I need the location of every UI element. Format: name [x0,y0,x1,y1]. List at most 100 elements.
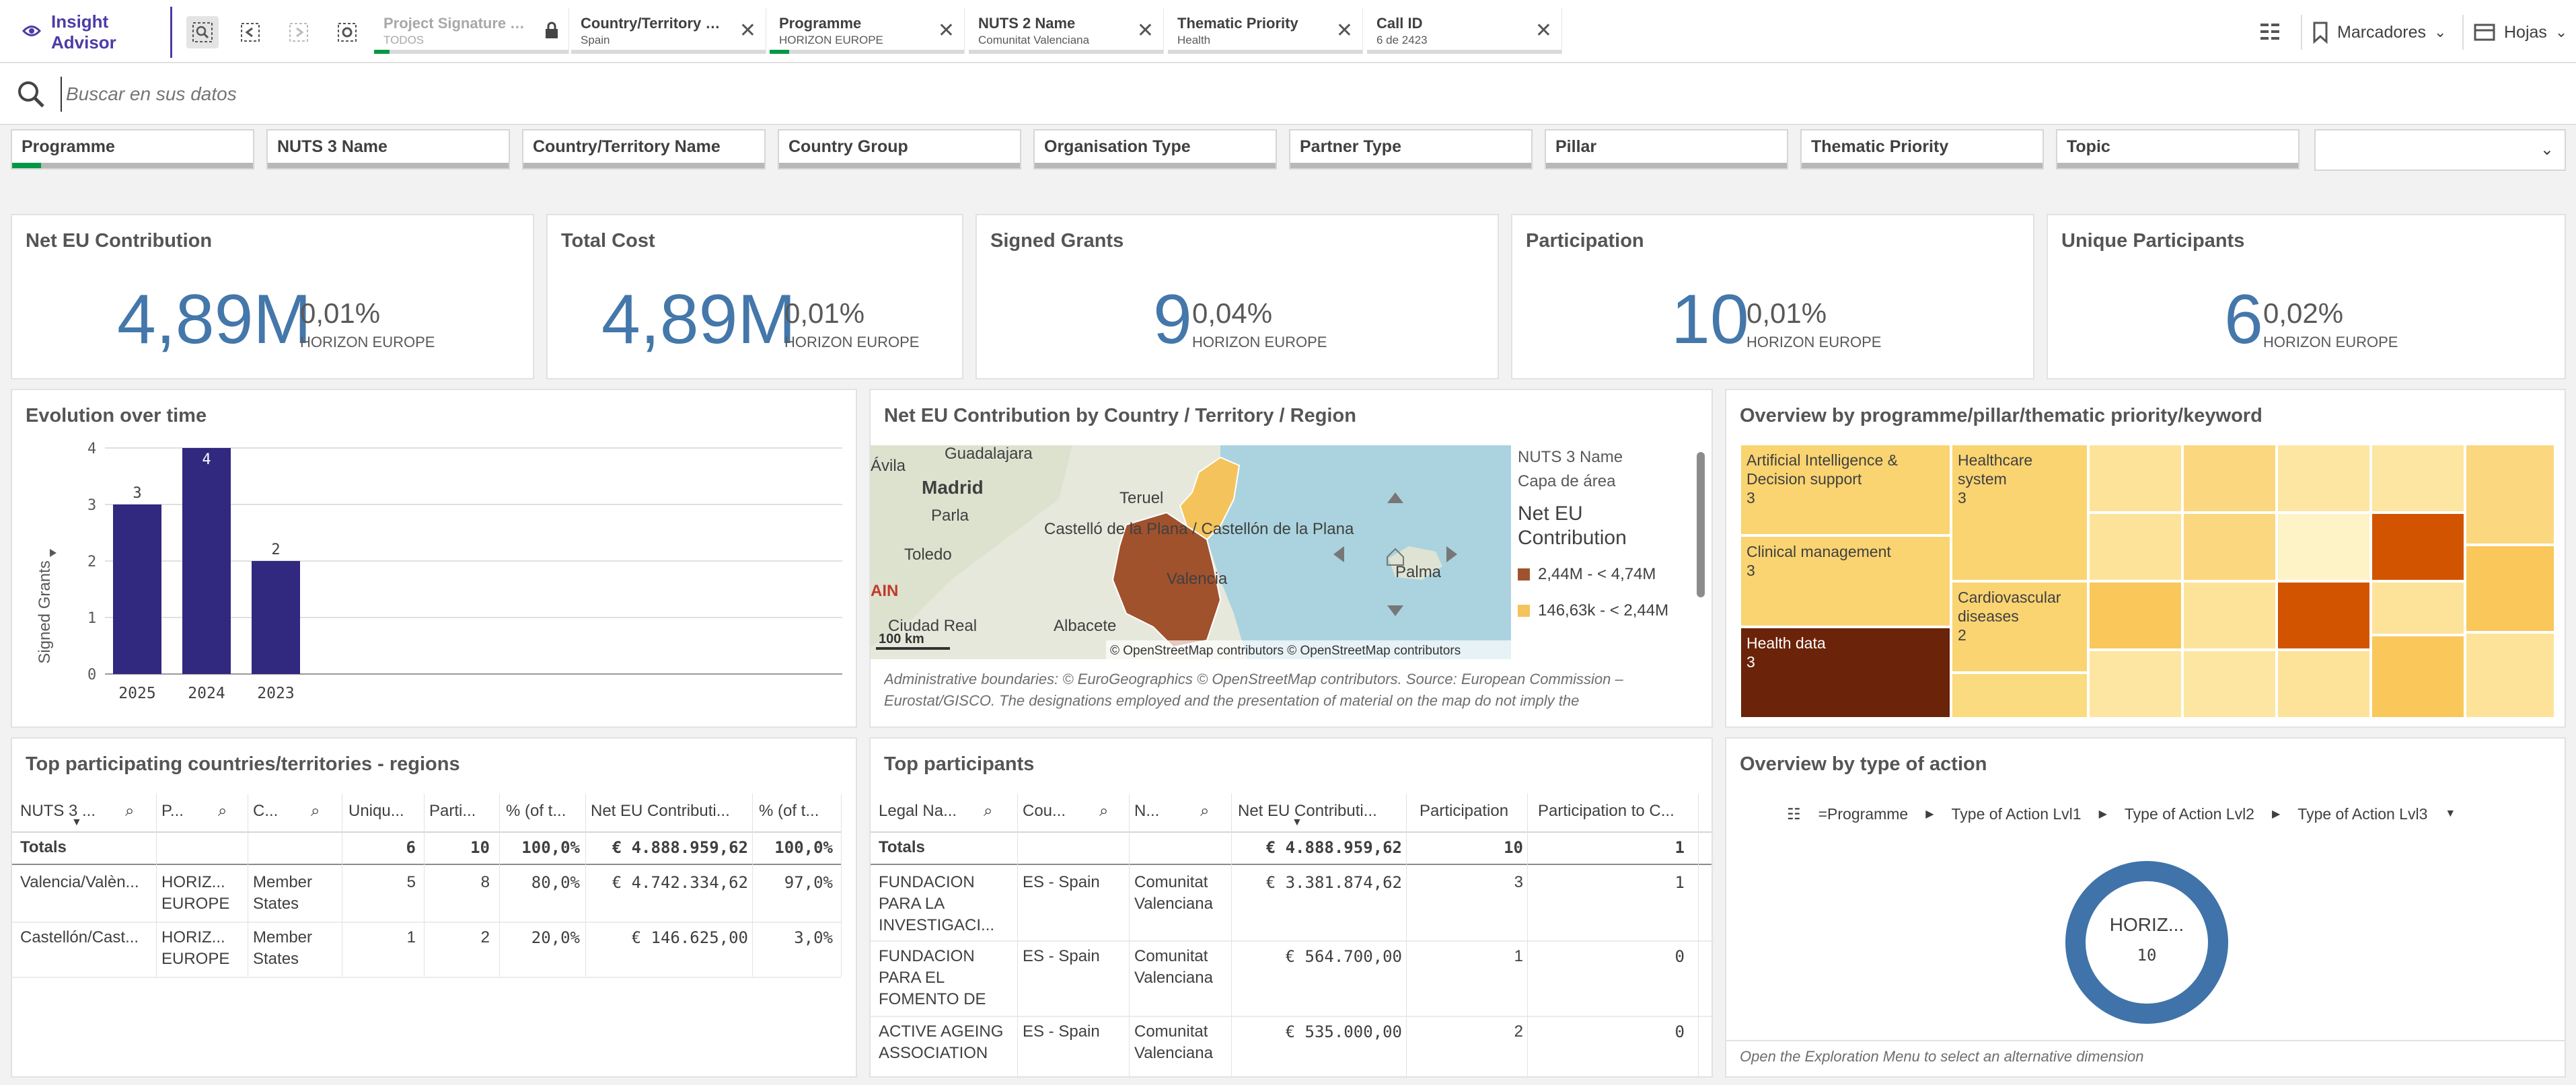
treemap-tile[interactable] [2465,444,2555,545]
treemap-tile[interactable] [2277,581,2371,650]
treemap-tile[interactable] [2371,581,2465,635]
table-row[interactable]: FUNDACION PARA LA INVESTIGACI... ES - Sp… [871,868,1712,942]
treemap-tile[interactable] [2182,444,2277,513]
treemap-tile[interactable] [2088,650,2182,718]
expand-axis-icon[interactable] [50,549,57,557]
filter-pillar[interactable]: Pillar [1545,129,1788,170]
close-icon[interactable]: ✕ [1336,19,1353,42]
step-forward-button[interactable] [283,16,315,48]
kpi-total-cost[interactable]: Total Cost 4,89M 0,01% HORIZON EUROPE [546,214,963,379]
kpi-unique-participants[interactable]: Unique Participants 6 0,02% HORIZON EURO… [2047,214,2566,379]
close-icon[interactable]: ✕ [1137,19,1154,42]
selection-chip-thematic-priority[interactable]: Thematic Priority Health ✕ [1168,8,1363,54]
search-icon[interactable]: ⌕ [1200,802,1209,821]
more-filters-dropdown[interactable]: ⌄ [2314,129,2566,171]
donut-slice[interactable] [2065,861,2228,1024]
treemap-tile[interactable]: Health data 3 [1740,627,1951,718]
treemap-tile[interactable] [2371,635,2465,718]
selections-tool-button[interactable] [2254,16,2286,48]
filter-thematic-priority[interactable]: Thematic Priority [1800,129,2044,170]
table-row[interactable]: ACTIVE AGEING ASSOCIATION ES - Spain Com… [871,1017,1712,1076]
smart-search-button[interactable] [186,16,219,48]
table-row[interactable]: FUNDACION PARA EL FOMENTO DE ES - Spain … [871,942,1712,1016]
selection-chip-nuts2[interactable]: NUTS 2 Name Comunitat Valenciana ✕ [969,8,1164,54]
treemap-tile[interactable] [2182,513,2277,581]
treemap-tile[interactable]: Cardiovascular diseases 2 [1951,581,2088,673]
map-panel[interactable]: Net EU Contribution by Country / Territo… [869,389,1713,728]
treemap-tile[interactable] [2088,444,2182,513]
step-back-button[interactable] [234,16,266,48]
close-icon[interactable]: ✕ [1535,19,1552,42]
drilldown-level[interactable]: Type of Action Lvl3 [2297,805,2427,823]
sheets-button[interactable]: Hojas ⌄ [2473,17,2567,47]
filter-country-group[interactable]: Country Group [778,129,1021,170]
treemap-tile[interactable] [2277,650,2371,718]
search-icon[interactable]: ⌕ [125,802,134,821]
treemap-tile[interactable] [2371,513,2465,581]
chart-bars[interactable] [113,448,300,674]
drilldown-level[interactable]: =Programme [1818,805,1909,823]
filter-partner-type[interactable]: Partner Type [1289,129,1533,170]
bar[interactable] [252,561,300,674]
selection-chip-country[interactable]: Country/Territory Na... Spain ✕ [571,8,766,54]
column-header[interactable]: % (of t... [506,802,580,821]
top-participants-panel[interactable]: Top participants Legal Na... ⌕ Cou... ⌕ … [869,737,1713,1078]
treemap-tile[interactable] [2277,444,2371,513]
search-input[interactable] [61,77,875,112]
column-header[interactable]: Legal Na... [879,802,966,821]
filter-organisation-type[interactable]: Organisation Type [1033,129,1277,170]
legend-scrollbar[interactable] [1697,452,1705,597]
column-header[interactable]: N... [1134,802,1175,821]
treemap-tile[interactable] [2182,581,2277,650]
treemap-tile[interactable] [2465,545,2555,632]
treemap-tile[interactable]: Artificial Intelligence & Decision suppo… [1740,444,1951,535]
search-icon[interactable]: ⌕ [218,802,227,821]
bookmarks-button[interactable]: Marcadores ⌄ [2312,17,2446,47]
treemap-tile[interactable] [2277,513,2371,581]
selection-chip-call-id[interactable]: Call ID 6 de 2423 ✕ [1367,8,1562,54]
filter-nuts3[interactable]: NUTS 3 Name [266,129,510,170]
column-header[interactable]: C... [253,802,293,821]
treemap-chart[interactable]: Artificial Intelligence & Decision suppo… [1740,444,2555,718]
filter-topic[interactable]: Topic [2056,129,2299,170]
column-header[interactable]: % (of t... [759,802,833,821]
column-header[interactable]: P... [161,802,202,821]
column-header[interactable]: NUTS 3 ... [20,802,94,821]
treemap-tile[interactable] [2371,444,2465,513]
close-icon[interactable]: ✕ [938,19,955,42]
region-map[interactable]: Ávila Guadalajara Madrid Parla Teruel To… [871,445,1511,659]
filter-programme[interactable]: Programme [11,129,254,170]
insight-advisor-button[interactable]: Insight Advisor [11,7,172,58]
close-icon[interactable]: ✕ [739,19,756,42]
top-countries-panel[interactable]: Top participating countries/territories … [11,737,857,1078]
drilldown-path[interactable]: ☷ =Programme ▶ Type of Action Lvl1 ▶ Typ… [1787,802,2527,826]
table-row[interactable]: Valencia/Valèn... HORIZ... EUROPE Member… [12,868,841,922]
treemap-tile[interactable] [1951,673,2088,718]
treemap-tile[interactable] [2088,581,2182,650]
bar[interactable] [113,504,161,674]
table-row[interactable]: Castellón/Cast... HORIZ... EUROPE Member… [12,923,841,977]
selection-chip-programme[interactable]: Programme HORIZON EUROPE ✕ [770,8,965,54]
search-icon[interactable]: ⌕ [1099,802,1108,821]
treemap-tile[interactable]: Healthcare system 3 [1951,444,2088,581]
column-header[interactable]: Net EU Contributi... [591,802,745,821]
bar[interactable] [182,448,231,674]
kpi-signed-grants[interactable]: Signed Grants 9 0,04% HORIZON EUROPE [976,214,1499,379]
evolution-chart[interactable]: Signed Grants 0 1 2 3 4 3 4 2 2025 2024 2023 [12,431,856,726]
selection-chip-signature-year[interactable]: Project Signature Year TODOS [374,8,569,54]
top-participants-table[interactable]: Legal Na... ⌕ Cou... ⌕ N... ⌕ Net EU Con… [871,794,1712,1076]
type-of-action-panel[interactable]: Overview by type of action ☷ =Programme … [1725,737,2566,1078]
top-countries-table[interactable]: NUTS 3 ... ⌕ P... ⌕ C... ⌕ Uniqu... Part… [12,794,856,1076]
column-header[interactable]: Net EU Contributi... [1238,802,1393,821]
kpi-participation[interactable]: Participation 10 0,01% HORIZON EUROPE [1511,214,2034,379]
treemap-panel[interactable]: Overview by programme/pillar/thematic pr… [1725,389,2566,728]
clear-selections-button[interactable] [331,16,363,48]
column-header[interactable]: Parti... [429,802,496,821]
column-header[interactable]: Participation to C... [1538,802,1693,821]
evolution-panel[interactable]: Evolution over time Signed Grants 0 1 2 3 4 … [11,389,857,728]
treemap-tile[interactable] [2088,513,2182,581]
kpi-net-eu-contribution[interactable]: Net EU Contribution 4,89M 0,01% HORIZON … [11,214,534,379]
search-icon[interactable]: ⌕ [984,802,992,821]
search-icon[interactable]: ⌕ [311,802,320,821]
drilldown-level[interactable]: Type of Action Lvl2 [2125,805,2254,823]
